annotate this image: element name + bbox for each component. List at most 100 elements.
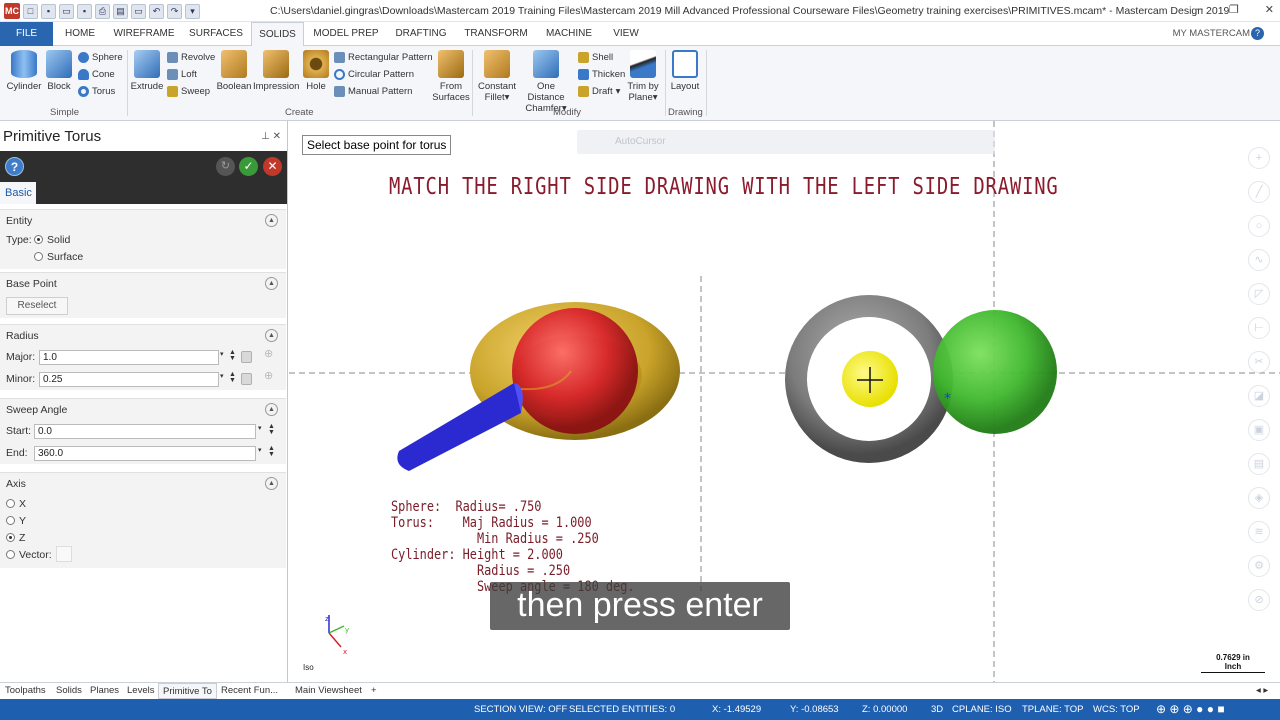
minor-radius-input[interactable]: 0.25 bbox=[39, 372, 219, 387]
graphics-viewport[interactable]: * z y x Iso Select base point for torus … bbox=[289, 121, 1280, 682]
collapse-icon[interactable]: ▲ bbox=[265, 277, 278, 290]
tab-drafting[interactable]: DRAFTING bbox=[393, 22, 449, 46]
tab-recent-functions[interactable]: Recent Fun... bbox=[221, 685, 278, 696]
save-as-icon[interactable]: ▪ bbox=[77, 3, 92, 19]
spline-icon[interactable]: ∿ bbox=[1248, 249, 1270, 271]
minor-dropdown-icon[interactable]: ▾ bbox=[220, 373, 224, 380]
vector-select-button[interactable] bbox=[56, 546, 72, 562]
start-dropdown-icon[interactable]: ▾ bbox=[258, 425, 262, 432]
block-button[interactable]: Block bbox=[44, 50, 74, 92]
analyze-icon[interactable]: ◈ bbox=[1248, 487, 1270, 509]
cone-button[interactable]: Cone bbox=[78, 69, 115, 80]
tab-machine[interactable]: MACHINE bbox=[541, 22, 597, 46]
redo-icon[interactable]: ↷ bbox=[167, 3, 182, 19]
solid-radio[interactable]: Solid bbox=[34, 234, 70, 246]
sweep-button[interactable]: Sweep bbox=[167, 86, 210, 97]
open-folder-icon[interactable]: ▭ bbox=[59, 3, 74, 19]
ok-and-create-new-icon[interactable]: ↻ bbox=[216, 157, 235, 176]
thicken-button[interactable]: Thicken bbox=[578, 69, 625, 80]
tab-levels[interactable]: Levels bbox=[127, 685, 154, 696]
folder-icon[interactable]: ▭ bbox=[131, 3, 146, 19]
cplane-status[interactable]: CPLANE: ISO bbox=[952, 704, 1012, 715]
surface-radio[interactable]: Surface bbox=[34, 251, 83, 263]
tab-solids[interactable]: SOLIDS bbox=[251, 22, 304, 46]
section-view-status[interactable]: SECTION VIEW: OFF bbox=[474, 704, 567, 715]
mode-3d-toggle[interactable]: 3D bbox=[931, 704, 943, 715]
minor-spinner-icon[interactable]: ▲ ▼ bbox=[229, 371, 236, 384]
settings-icon[interactable]: ⚙ bbox=[1248, 555, 1270, 577]
tab-file[interactable]: FILE bbox=[0, 22, 53, 46]
new-file-icon[interactable]: □ bbox=[23, 3, 38, 19]
torus-button[interactable]: Torus bbox=[78, 86, 115, 97]
clear-icon[interactable]: ⊘ bbox=[1248, 589, 1270, 611]
axis-y-radio[interactable]: Y bbox=[6, 515, 26, 527]
tab-model-prep[interactable]: MODEL PREP bbox=[313, 22, 379, 46]
shell-button[interactable]: Shell bbox=[578, 52, 613, 63]
collapse-icon[interactable]: ▲ bbox=[265, 403, 278, 416]
surface-icon[interactable]: ◪ bbox=[1248, 385, 1270, 407]
close-icon[interactable]: ✕ bbox=[1265, 3, 1274, 16]
layer-icon[interactable]: ≋ bbox=[1248, 521, 1270, 543]
cylinder-button[interactable]: Cylinder bbox=[6, 50, 42, 92]
start-spinner-icon[interactable]: ▲ ▼ bbox=[268, 423, 275, 436]
minor-select-icon[interactable]: ⊕ bbox=[264, 371, 273, 382]
axis-vector-radio[interactable]: Vector: bbox=[6, 549, 52, 561]
constant-fillet-button[interactable]: Constant Fillet▾ bbox=[476, 50, 518, 103]
circle-icon[interactable]: ○ bbox=[1248, 215, 1270, 237]
tab-main-viewsheet[interactable]: Main Viewsheet bbox=[295, 685, 362, 696]
end-angle-input[interactable]: 360.0 bbox=[34, 446, 256, 461]
axis-x-radio[interactable]: X bbox=[6, 498, 26, 510]
sphere-green-solid[interactable] bbox=[933, 310, 1057, 434]
sweep-angle-header[interactable]: Sweep Angle ▲ bbox=[0, 399, 286, 421]
collapse-icon[interactable]: ▲ bbox=[265, 477, 278, 490]
base-point-header[interactable]: Base Point ▲ bbox=[0, 273, 286, 295]
chamfer-tool-icon[interactable]: ◸ bbox=[1248, 283, 1270, 305]
rectangular-pattern-button[interactable]: Rectangular Pattern bbox=[334, 52, 433, 63]
major-lock-icon[interactable] bbox=[241, 351, 252, 363]
add-viewsheet-button[interactable]: + bbox=[371, 685, 377, 696]
mesh-icon[interactable]: ▤ bbox=[1248, 453, 1270, 475]
extrude-button[interactable]: Extrude bbox=[130, 50, 164, 92]
tab-view[interactable]: VIEW bbox=[609, 22, 643, 46]
line-icon[interactable]: ╱ bbox=[1248, 181, 1270, 203]
major-spinner-icon[interactable]: ▲ ▼ bbox=[229, 349, 236, 362]
tab-primitive-torus[interactable]: Primitive To bbox=[158, 683, 217, 699]
impression-button[interactable]: Impression bbox=[253, 50, 299, 92]
end-dropdown-icon[interactable]: ▾ bbox=[258, 447, 262, 454]
tab-surfaces[interactable]: SURFACES bbox=[188, 22, 244, 46]
display-icons[interactable]: ⊕ ⊕ ⊕ ● ● ■ bbox=[1156, 702, 1225, 716]
save-icon[interactable]: ▪ bbox=[41, 3, 56, 19]
help-icon[interactable]: ? bbox=[5, 157, 24, 176]
undo-icon[interactable]: ↶ bbox=[149, 3, 164, 19]
ok-check-icon[interactable]: ✓ bbox=[239, 157, 258, 176]
add-icon[interactable]: + bbox=[1248, 147, 1270, 169]
dimension-icon[interactable]: ⊢ bbox=[1248, 317, 1270, 339]
radius-header[interactable]: Radius ▲ bbox=[0, 325, 286, 347]
major-select-icon[interactable]: ⊕ bbox=[264, 349, 273, 360]
circular-pattern-button[interactable]: Circular Pattern bbox=[334, 69, 414, 80]
tab-home[interactable]: HOME bbox=[60, 22, 100, 46]
tab-basic[interactable]: Basic bbox=[0, 182, 36, 204]
loft-button[interactable]: Loft bbox=[167, 69, 197, 80]
x-coordinate[interactable]: X: -1.49529 bbox=[712, 704, 761, 715]
print-icon[interactable]: ⎙ bbox=[95, 3, 110, 19]
major-dropdown-icon[interactable]: ▾ bbox=[220, 351, 224, 358]
sphere-button[interactable]: Sphere bbox=[78, 52, 123, 63]
autocursor-toolbar[interactable]: AutoCursor bbox=[577, 130, 995, 154]
tab-solids-manager[interactable]: Solids bbox=[56, 685, 82, 696]
y-coordinate[interactable]: Y: -0.08653 bbox=[790, 704, 839, 715]
tab-wireframe[interactable]: WIREFRAME bbox=[112, 22, 176, 46]
solid-icon[interactable]: ▣ bbox=[1248, 419, 1270, 441]
axis-z-radio[interactable]: Z bbox=[6, 532, 25, 544]
axis-header[interactable]: Axis ▲ bbox=[0, 473, 286, 495]
revolve-button[interactable]: Revolve bbox=[167, 52, 215, 63]
tab-transform[interactable]: TRANSFORM bbox=[463, 22, 529, 46]
from-surfaces-button[interactable]: From Surfaces bbox=[432, 50, 470, 103]
z-coordinate[interactable]: Z: 0.00000 bbox=[862, 704, 907, 715]
collapse-icon[interactable]: ▲ bbox=[265, 214, 278, 227]
customize-qat-icon[interactable]: ▾ bbox=[185, 3, 200, 19]
layout-button[interactable]: Layout bbox=[668, 50, 702, 92]
end-spinner-icon[interactable]: ▲ ▼ bbox=[268, 445, 275, 458]
tplane-status[interactable]: TPLANE: TOP bbox=[1022, 704, 1083, 715]
trim-by-plane-button[interactable]: Trim by Plane▾ bbox=[625, 50, 661, 103]
